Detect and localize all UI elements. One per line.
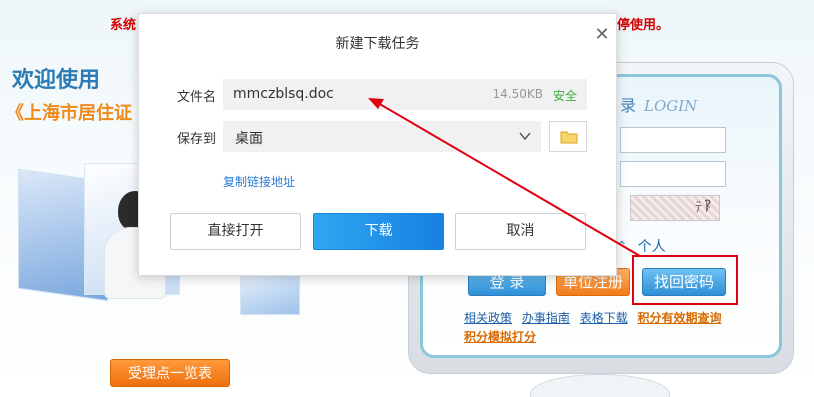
captcha-refresh-icon[interactable]: ?: [704, 198, 711, 214]
saveto-value: 桌面: [235, 131, 263, 147]
login-title-en: LOGIN: [644, 97, 698, 115]
download-button[interactable]: 下载: [313, 213, 444, 250]
saveto-label: 保存到: [177, 132, 217, 147]
safe-badge: 安全: [552, 89, 577, 103]
link-forms[interactable]: 表格下载: [580, 311, 628, 325]
filename-label: 文件名: [177, 90, 217, 105]
site-subtitle: 《上海市居住证: [6, 103, 132, 124]
browse-folder-button[interactable]: [549, 121, 587, 152]
chevron-down-icon: [519, 132, 531, 141]
link-points-validity[interactable]: 积分有效期查询: [638, 311, 722, 325]
folder-icon: [560, 131, 578, 144]
link-policy[interactable]: 相关政策: [464, 311, 512, 325]
radio-icon[interactable]: ⌃: [616, 239, 628, 255]
user-type-label: 个人: [637, 239, 666, 255]
annotation-highlight-box: [632, 255, 738, 305]
download-dialog: 新建下载任务 ✕ 文件名 mmczblsq.doc 14.50KB 安全 保存到…: [138, 13, 617, 276]
user-type-option[interactable]: ⌃ 个人: [616, 236, 666, 256]
filename-field[interactable]: mmczblsq.doc 14.50KB 安全: [223, 79, 587, 110]
open-directly-button[interactable]: 直接打开: [170, 213, 301, 250]
link-points-simulation[interactable]: 积分模拟打分: [464, 328, 536, 345]
monitor-stand: [530, 374, 670, 397]
file-size: 14.50KB: [492, 87, 543, 101]
quick-links: 相关政策 办事指南 表格下载 积分有效期查询: [464, 309, 728, 326]
copy-link-address[interactable]: 复制链接地址: [223, 173, 295, 190]
login-title: 录 LOGIN: [620, 92, 697, 116]
username-field[interactable]: [620, 127, 726, 153]
login-title-cn: 录: [620, 96, 637, 115]
saveto-select[interactable]: 桌面: [223, 121, 541, 152]
filename-value: mmczblsq.doc: [233, 86, 334, 102]
welcome-heading: 欢迎使用: [12, 68, 101, 93]
link-guide[interactable]: 办事指南: [522, 311, 570, 325]
cancel-button[interactable]: 取消: [455, 213, 586, 250]
service-points-button[interactable]: 受理点一览表: [110, 359, 230, 387]
password-field[interactable]: [620, 161, 726, 187]
dialog-title: 新建下载任务: [335, 36, 420, 52]
close-icon[interactable]: ✕: [592, 26, 612, 46]
system-notice-left: 系统: [110, 18, 137, 33]
